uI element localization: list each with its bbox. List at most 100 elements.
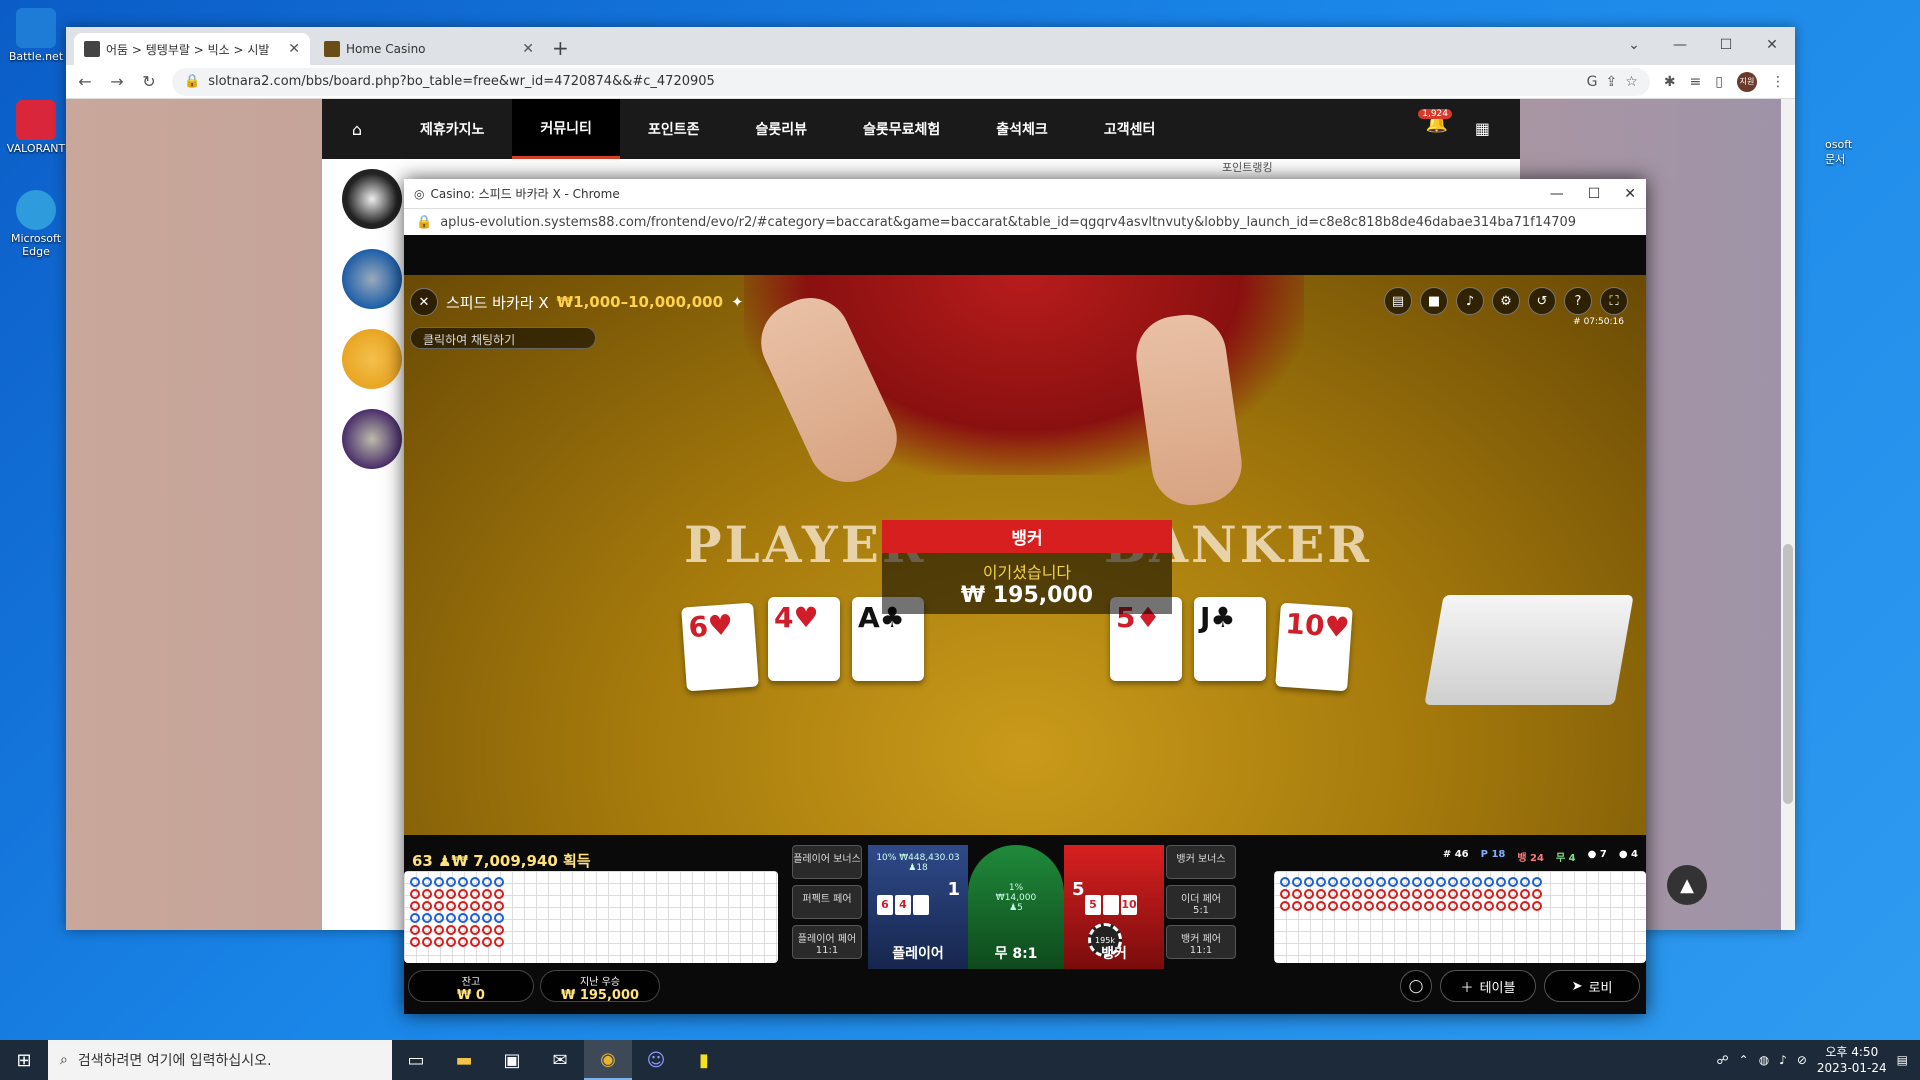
- maximize-button[interactable]: ☐: [1588, 186, 1601, 202]
- banker-pair-spot[interactable]: 뱅커 페어 11:1: [1166, 925, 1236, 959]
- desktop-icon-valorant[interactable]: VALORANT: [6, 100, 66, 155]
- google-icon[interactable]: G: [1587, 74, 1598, 90]
- perfect-pair-spot[interactable]: 퍼펙트 페어: [792, 885, 862, 919]
- banker-bonus-spot[interactable]: 뱅커 보너스: [1166, 845, 1236, 879]
- close-window-button[interactable]: ✕: [1749, 33, 1795, 53]
- grid-menu-icon[interactable]: ▦: [1475, 119, 1490, 138]
- road-marker: [434, 889, 444, 899]
- file-explorer-icon[interactable]: ▬: [440, 1040, 488, 1080]
- minimize-button[interactable]: —: [1550, 186, 1564, 202]
- close-window-button[interactable]: ✕: [1624, 186, 1636, 202]
- taskbar-search[interactable]: ⌕ 검색하려면 여기에 입력하십시오.: [48, 1040, 392, 1080]
- search-icon: ⌕: [60, 1052, 68, 1068]
- scroll-top-button[interactable]: ▲: [1667, 865, 1707, 905]
- user-avatar[interactable]: [342, 409, 402, 469]
- bet-limits[interactable]: ₩1,000–10,000,000: [557, 293, 723, 311]
- banker-bet-spot[interactable]: 5 5 J 10 195k 뱅커: [1064, 845, 1164, 969]
- desktop-icon-edge[interactable]: Microsoft Edge: [6, 190, 66, 258]
- player-bet-spot[interactable]: 10% ₩448,430.03 ♟18 64A 1 플레이어: [868, 845, 968, 969]
- notification-icon[interactable]: ▤: [1897, 1053, 1908, 1067]
- reading-list-icon[interactable]: ≡: [1690, 74, 1702, 90]
- video-icon[interactable]: ■: [1420, 287, 1448, 315]
- help-icon[interactable]: ?: [1564, 287, 1592, 315]
- tab-home-casino[interactable]: Home Casino ✕: [314, 33, 544, 65]
- player-card: 6 ♥: [681, 602, 759, 692]
- bookmark-star-icon[interactable]: ☆: [1625, 74, 1638, 90]
- lobby-button[interactable]: ➤ 로비: [1544, 970, 1640, 1002]
- game-area: PLAYER BANKER 6 ♥ 4 ♥ A ♣ 5 ♦ J ♣ 10 ♥ 뱅커 이기셨습…: [404, 235, 1646, 1014]
- road-marker: [434, 937, 444, 947]
- popup-url-bar[interactable]: 🔒 aplus-evolution.systems88.com/frontend…: [404, 209, 1646, 235]
- fullscreen-icon[interactable]: ⛶: [1600, 287, 1628, 315]
- tab-search-icon[interactable]: ⌄: [1611, 33, 1657, 53]
- desktop-icon-partial[interactable]: osoft 문서: [1825, 138, 1852, 167]
- add-table-button[interactable]: ＋ 테이블: [1440, 970, 1536, 1002]
- road-marker: [1328, 889, 1338, 899]
- volume-icon[interactable]: ♪: [1779, 1053, 1787, 1067]
- user-avatar[interactable]: [342, 249, 402, 309]
- pin-icon[interactable]: ✦: [731, 293, 744, 311]
- back-icon[interactable]: ←: [76, 72, 94, 91]
- forward-icon[interactable]: →: [108, 72, 126, 91]
- close-tab-icon[interactable]: ✕: [522, 41, 534, 57]
- tie-bet-spot[interactable]: 1% ₩14,000 ♟5 무 8:1: [968, 845, 1064, 969]
- bead-road[interactable]: [404, 871, 778, 963]
- nav-partner-casino[interactable]: 제휴카지노: [392, 99, 512, 159]
- road-marker: [1304, 877, 1314, 887]
- chevron-up-icon[interactable]: ⌃: [1739, 1053, 1749, 1067]
- page-scrollbar[interactable]: [1781, 99, 1795, 930]
- minimize-button[interactable]: —: [1657, 33, 1703, 53]
- status-icon[interactable]: ⊘: [1797, 1053, 1807, 1067]
- menu-kebab-icon[interactable]: ⋮: [1771, 74, 1785, 90]
- player-pair-spot[interactable]: 플레이어 페어 11:1: [792, 925, 862, 959]
- task-view-icon[interactable]: ▭: [392, 1040, 440, 1080]
- battlenet-icon: [16, 8, 56, 48]
- start-button[interactable]: ⊞: [0, 1040, 48, 1080]
- player-bonus-spot[interactable]: 플레이어 보너스: [792, 845, 862, 879]
- chat-input[interactable]: 클릭하여 채팅하기: [410, 327, 596, 349]
- kakaotalk-icon[interactable]: ▮: [680, 1040, 728, 1080]
- maximize-button[interactable]: ☐: [1703, 33, 1749, 53]
- user-avatar[interactable]: [342, 329, 402, 389]
- settings-gear-icon[interactable]: ⚙: [1492, 287, 1520, 315]
- nav-support[interactable]: 고객센터: [1076, 99, 1184, 159]
- store-icon[interactable]: ▣: [488, 1040, 536, 1080]
- new-tab-button[interactable]: +: [552, 36, 569, 60]
- clock[interactable]: 오후 4:50 2023-01-24: [1817, 1044, 1887, 1076]
- share-icon[interactable]: ⇪: [1606, 74, 1618, 90]
- chrome-icon[interactable]: ◉: [584, 1040, 632, 1080]
- url-input[interactable]: 🔒 slotnara2.com/bbs/board.php?bo_table=f…: [172, 67, 1650, 96]
- road-marker: [1364, 877, 1374, 887]
- nav-free-slot[interactable]: 슬롯무료체험: [835, 99, 968, 159]
- side-panel-icon[interactable]: ▯: [1715, 74, 1723, 90]
- people-icon[interactable]: ☍: [1716, 1053, 1728, 1067]
- chat-icon[interactable]: ▤: [1384, 287, 1412, 315]
- tie-count: 무 4: [1555, 853, 1576, 864]
- mail-icon[interactable]: ✉: [536, 1040, 584, 1080]
- winning-side: 뱅커: [882, 520, 1172, 553]
- chat-bubble-button[interactable]: ◯: [1400, 970, 1432, 1002]
- network-icon[interactable]: ◍: [1759, 1053, 1769, 1067]
- tab-community[interactable]: 어둠 > 텡텡부랄 > 빅소 > 시발 ✕: [74, 33, 310, 65]
- road-marker: [1304, 901, 1314, 911]
- road-marker: [1508, 889, 1518, 899]
- extensions-icon[interactable]: ✱: [1664, 74, 1676, 90]
- close-game-button[interactable]: ✕: [410, 288, 438, 316]
- user-avatar[interactable]: [342, 169, 402, 229]
- nav-community[interactable]: 커뮤니티: [512, 99, 620, 159]
- history-icon[interactable]: ↺: [1528, 287, 1556, 315]
- either-pair-spot[interactable]: 이더 페어 5:1: [1166, 885, 1236, 919]
- scroll-thumb[interactable]: [1783, 544, 1793, 804]
- desktop-icon-battlenet[interactable]: Battle.net: [6, 8, 66, 63]
- volume-icon[interactable]: ♪: [1456, 287, 1484, 315]
- nav-slot-review[interactable]: 슬롯리뷰: [727, 99, 835, 159]
- nav-attendance[interactable]: 출석체크: [968, 99, 1076, 159]
- big-road[interactable]: [1274, 871, 1646, 963]
- lobby-arrow-icon: ➤: [1571, 978, 1583, 994]
- close-tab-icon[interactable]: ✕: [288, 41, 300, 57]
- reload-icon[interactable]: ↻: [140, 72, 158, 91]
- discord-icon[interactable]: ☺: [632, 1040, 680, 1080]
- home-icon[interactable]: ⌂: [322, 120, 392, 139]
- nav-point-zone[interactable]: 포인트존: [620, 99, 728, 159]
- profile-avatar[interactable]: 지원: [1737, 71, 1757, 92]
